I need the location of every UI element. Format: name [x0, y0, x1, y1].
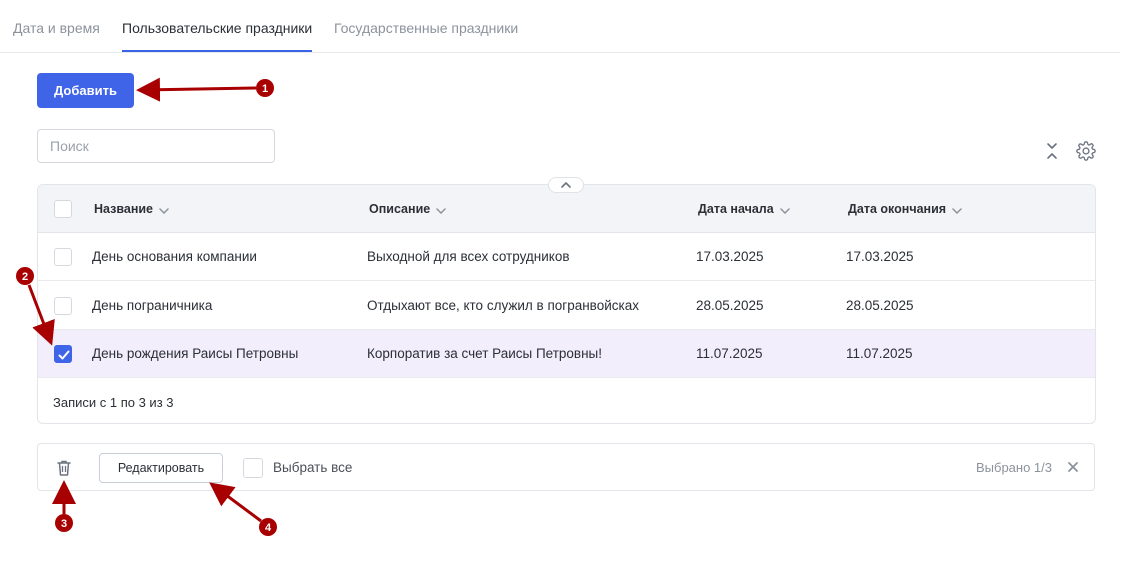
cell-start-date: 28.05.2025 — [696, 298, 764, 313]
tab-custom-holidays[interactable]: Пользовательские праздники — [122, 20, 312, 36]
table-row[interactable]: День пограничника Отдыхают все, кто служ… — [38, 282, 1095, 330]
cell-name: День основания компании — [92, 249, 257, 264]
cell-name: День рождения Раисы Петровны — [92, 346, 299, 361]
annotation-arrow-4 — [209, 482, 262, 523]
search-input[interactable] — [37, 129, 275, 163]
header-checkbox[interactable] — [54, 200, 72, 218]
cell-end-date: 11.07.2025 — [846, 346, 913, 361]
settings-icon[interactable] — [1076, 141, 1096, 161]
cell-description: Выходной для всех сотрудников — [367, 249, 570, 264]
chevron-down-icon — [952, 186, 962, 234]
add-button[interactable]: Добавить — [37, 73, 134, 108]
column-header-description[interactable]: Описание — [369, 185, 446, 233]
column-header-start-date[interactable]: Дата начала — [698, 185, 790, 233]
select-all-label: Выбрать все — [273, 460, 353, 475]
holidays-table: Название Описание Дата начала Дата оконч… — [37, 184, 1096, 424]
chevron-down-icon — [779, 186, 790, 234]
selected-count: Выбрано 1/3 — [975, 460, 1052, 475]
row-checkbox-checked[interactable] — [54, 345, 72, 363]
annotation-badge-1: 1 — [256, 79, 274, 97]
select-all-checkbox[interactable] — [243, 458, 263, 478]
chevron-down-icon — [436, 186, 446, 234]
svg-text:2: 2 — [22, 271, 28, 283]
table-row[interactable]: День основания компании Выходной для все… — [38, 233, 1095, 281]
cell-description: Корпоратив за счет Раисы Петровны! — [367, 346, 602, 361]
edit-button[interactable]: Редактировать — [99, 453, 223, 483]
check-icon — [58, 350, 70, 360]
cell-end-date: 17.03.2025 — [846, 249, 914, 264]
tab-state-holidays[interactable]: Государственные праздники — [334, 20, 518, 36]
chevron-down-icon — [159, 186, 169, 234]
cell-description: Отдыхают все, кто служил в погранвойсках — [367, 298, 639, 313]
row-checkbox[interactable] — [54, 248, 72, 266]
bulk-action-bar: Редактировать Выбрать все Выбрано 1/3 — [37, 443, 1095, 491]
annotation-badge-4: 4 — [259, 518, 277, 536]
tab-date-time[interactable]: Дата и время — [13, 20, 100, 36]
svg-text:1: 1 — [262, 83, 268, 95]
annotation-arrow-1 — [136, 77, 257, 102]
column-header-name[interactable]: Название — [94, 185, 169, 233]
svg-text:4: 4 — [265, 522, 272, 534]
records-summary: Записи с 1 по 3 из 3 — [53, 395, 174, 410]
chevron-up-icon — [561, 182, 571, 188]
annotation-badge-3: 3 — [55, 514, 73, 532]
column-header-end-date[interactable]: Дата окончания — [848, 185, 962, 233]
cell-name: День пограничника — [92, 298, 213, 313]
active-tab-indicator — [122, 50, 312, 52]
trash-icon[interactable] — [56, 459, 72, 477]
annotation-badge-2: 2 — [16, 267, 34, 285]
table-collapse-toggle[interactable] — [548, 177, 584, 193]
cell-start-date: 17.03.2025 — [696, 249, 764, 264]
cell-end-date: 28.05.2025 — [846, 298, 914, 313]
svg-text:3: 3 — [61, 518, 67, 530]
collapse-icon[interactable] — [1044, 141, 1060, 161]
cell-start-date: 11.07.2025 — [696, 346, 763, 361]
row-checkbox[interactable] — [54, 297, 72, 315]
tabs-bar: Дата и время Пользовательские праздники … — [0, 0, 1120, 53]
table-row-selected[interactable]: День рождения Раисы Петровны Корпоратив … — [38, 330, 1095, 378]
close-icon[interactable] — [1066, 460, 1080, 474]
